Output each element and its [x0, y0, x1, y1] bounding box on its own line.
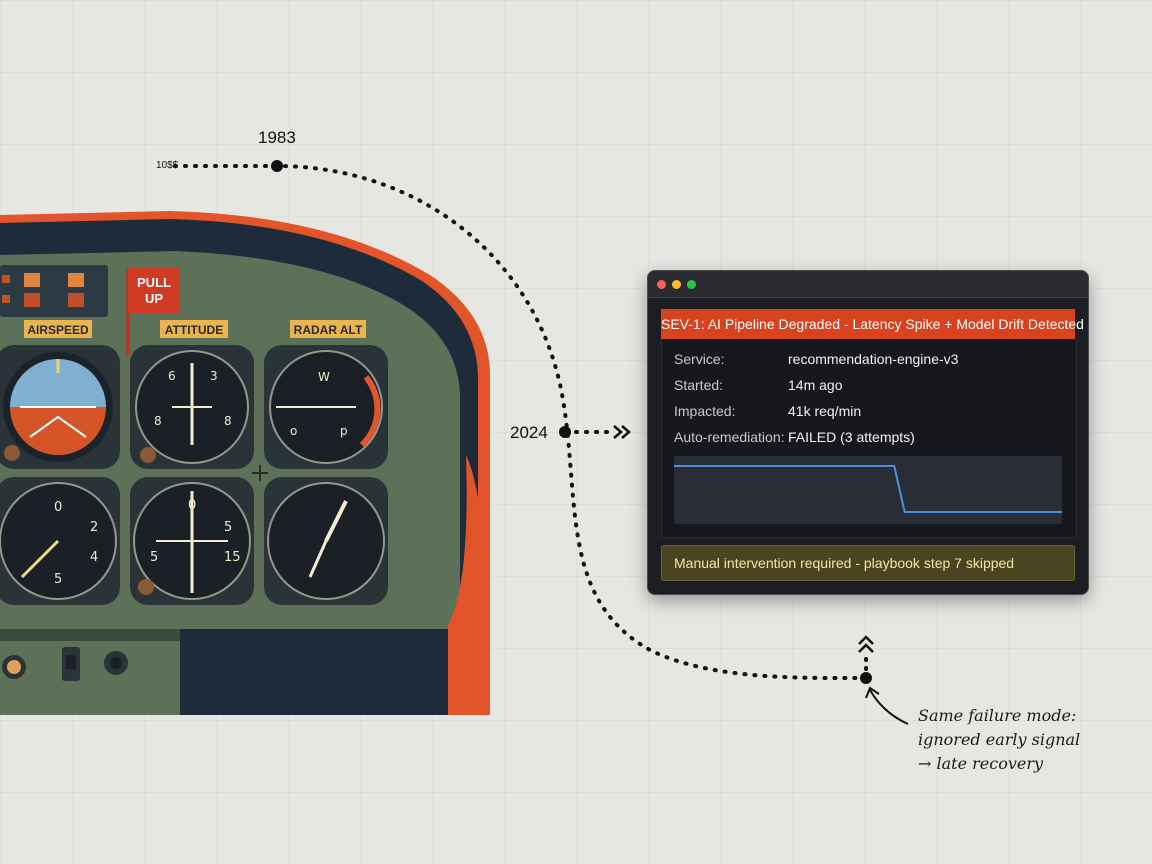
manual-intervention-warning: Manual intervention required - playbook … — [661, 545, 1075, 581]
minimize-dot[interactable] — [672, 280, 681, 289]
service-key: Service: — [674, 351, 725, 367]
service-value: recommendation-engine-v3 — [788, 351, 959, 367]
node-1983 — [271, 160, 283, 172]
incident-title-banner: SEV-1: AI Pipeline Degraded - Latency Sp… — [661, 309, 1084, 339]
annotation-line-3: → late recovery — [918, 754, 1044, 773]
auto-remediation-value: FAILED (3 attempts) — [788, 429, 915, 445]
node-end — [860, 672, 872, 684]
timeline-start-label: 10$$ — [156, 160, 179, 171]
impacted-key: Impacted: — [674, 403, 736, 419]
year-2024-label: 2024 — [510, 423, 548, 442]
latency-sparkline — [674, 465, 1062, 513]
started-value: 14m ago — [788, 377, 843, 393]
failure-mode-annotation: Same failure mode: ignored early signal … — [918, 704, 1080, 776]
arrow-up-icon — [858, 635, 874, 653]
incident-window: SEV-1: AI Pipeline Degraded - Latency Sp… — [647, 270, 1089, 595]
window-titlebar — [648, 271, 1088, 298]
impacted-value: 41k req/min — [788, 403, 862, 419]
annotation-line-1: Same failure mode: — [918, 706, 1077, 725]
annotation-line-2: ignored early signal — [918, 730, 1081, 749]
annotation-pointer — [869, 689, 909, 725]
started-key: Started: — [674, 377, 724, 393]
zoom-dot[interactable] — [687, 280, 696, 289]
arrow-right-icon — [613, 425, 631, 439]
year-1983-label: 1983 — [258, 128, 296, 147]
auto-remediation-key: Auto-remediation: — [674, 429, 785, 445]
latency-sparkline-chart — [674, 456, 1062, 524]
node-2024 — [559, 426, 571, 438]
close-dot[interactable] — [657, 280, 666, 289]
